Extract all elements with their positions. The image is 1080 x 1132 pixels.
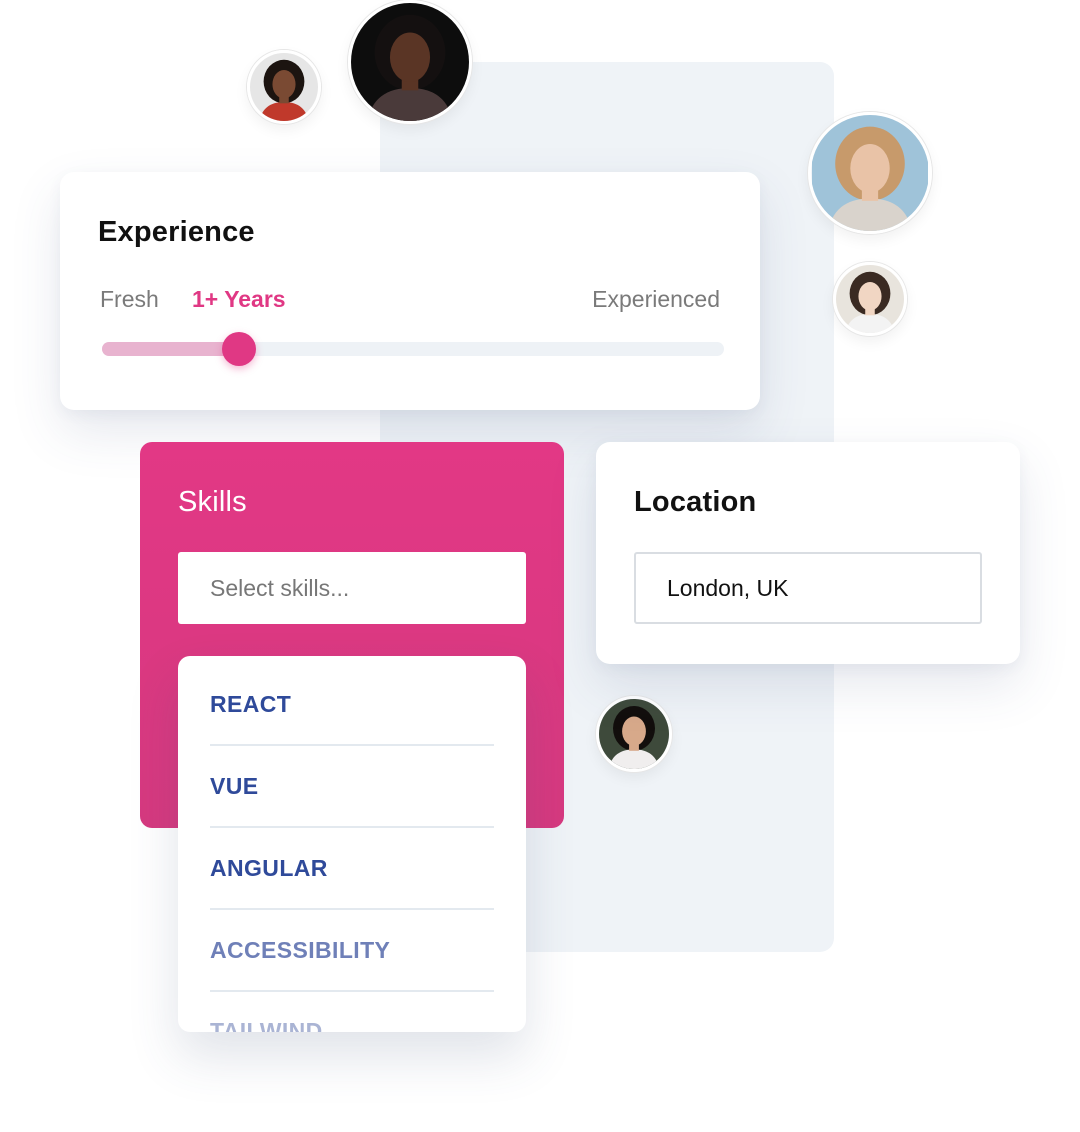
location-card: Location: [596, 442, 1020, 664]
avatar-woman-black-hat: [808, 112, 932, 234]
skills-search-input[interactable]: [178, 552, 526, 624]
avatar-face: [858, 282, 882, 311]
avatar-face: [389, 32, 431, 83]
experience-slider-fill: [102, 342, 239, 356]
avatar-woman-curly-hair: [247, 50, 321, 124]
avatar-face: [272, 70, 296, 99]
avatar-face: [622, 716, 646, 746]
level-label-selected[interactable]: 1+ Years: [192, 286, 286, 313]
avatar-woman-dark-hair: [596, 696, 672, 772]
experience-slider-track[interactable]: [102, 332, 724, 366]
avatar-woman-light-background: [833, 262, 907, 336]
skill-option[interactable]: TAILWIND: [210, 992, 494, 1032]
experience-slider-thumb[interactable]: [221, 332, 256, 366]
skills-dropdown-list: REACT VUE ANGULAR ACCESSIBILITY TAILWIND: [178, 656, 526, 1032]
experience-title: Experience: [98, 216, 255, 248]
avatar-man-dark-background: [348, 0, 472, 124]
skill-option[interactable]: VUE: [210, 746, 494, 828]
experience-card: Experience Fresh 1+ Years Experienced: [60, 172, 760, 410]
level-label-experienced[interactable]: Experienced: [592, 286, 720, 313]
avatar-face: [850, 144, 890, 193]
level-label-fresh[interactable]: Fresh: [100, 286, 159, 313]
skills-title: Skills: [178, 486, 247, 518]
location-title: Location: [634, 486, 757, 518]
skill-option[interactable]: ACCESSIBILITY: [210, 910, 494, 992]
skill-option[interactable]: ANGULAR: [210, 828, 494, 910]
location-input[interactable]: [634, 552, 982, 624]
skill-option[interactable]: REACT: [210, 664, 494, 746]
